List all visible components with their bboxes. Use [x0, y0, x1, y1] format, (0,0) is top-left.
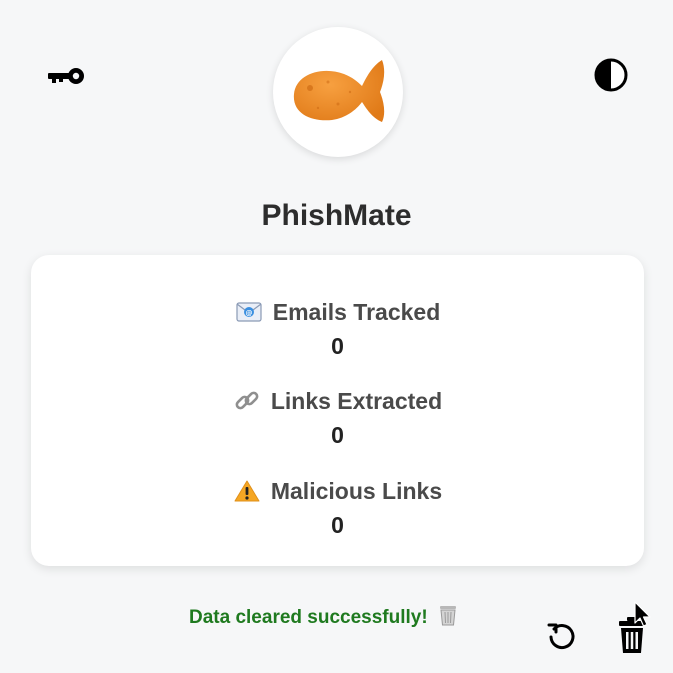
delete-data-button[interactable] [613, 614, 651, 656]
goldfish-cracker-icon [293, 60, 385, 122]
refresh-icon [547, 623, 575, 650]
stats-card: @ Emails Tracked 0 Links Extracted 0 Mal… [31, 255, 644, 566]
theme-toggle-button[interactable] [591, 55, 631, 95]
wastebasket-icon [438, 604, 458, 632]
stat-value: 0 [331, 422, 344, 448]
status-message: Data cleared successfully! [189, 604, 458, 632]
key-button[interactable] [44, 62, 88, 90]
stat-value: 0 [331, 512, 344, 538]
stat-emails-tracked: @ Emails Tracked 0 [31, 297, 644, 360]
warning-icon [233, 479, 261, 503]
stat-malicious-links: Malicious Links 0 [31, 476, 644, 539]
link-icon [233, 389, 261, 413]
app-logo [273, 27, 403, 157]
key-icon [48, 68, 84, 84]
stat-value: 0 [331, 333, 344, 359]
stat-label-text: Links Extracted [270, 387, 443, 414]
status-text: Data cleared successfully! [189, 607, 428, 628]
svg-text:@: @ [245, 309, 252, 317]
stat-label-text: Emails Tracked [272, 298, 441, 325]
popup-window: PhishMate @ Emails Tracked 0 Links Extra… [0, 0, 673, 673]
app-title: PhishMate [261, 199, 412, 232]
trash-icon [619, 617, 645, 653]
refresh-button[interactable] [543, 618, 581, 656]
envelope-icon: @ [235, 300, 263, 324]
stat-links-extracted: Links Extracted 0 [31, 386, 644, 449]
stat-label-text: Malicious Links [270, 477, 443, 504]
contrast-toggle-icon [594, 58, 628, 92]
